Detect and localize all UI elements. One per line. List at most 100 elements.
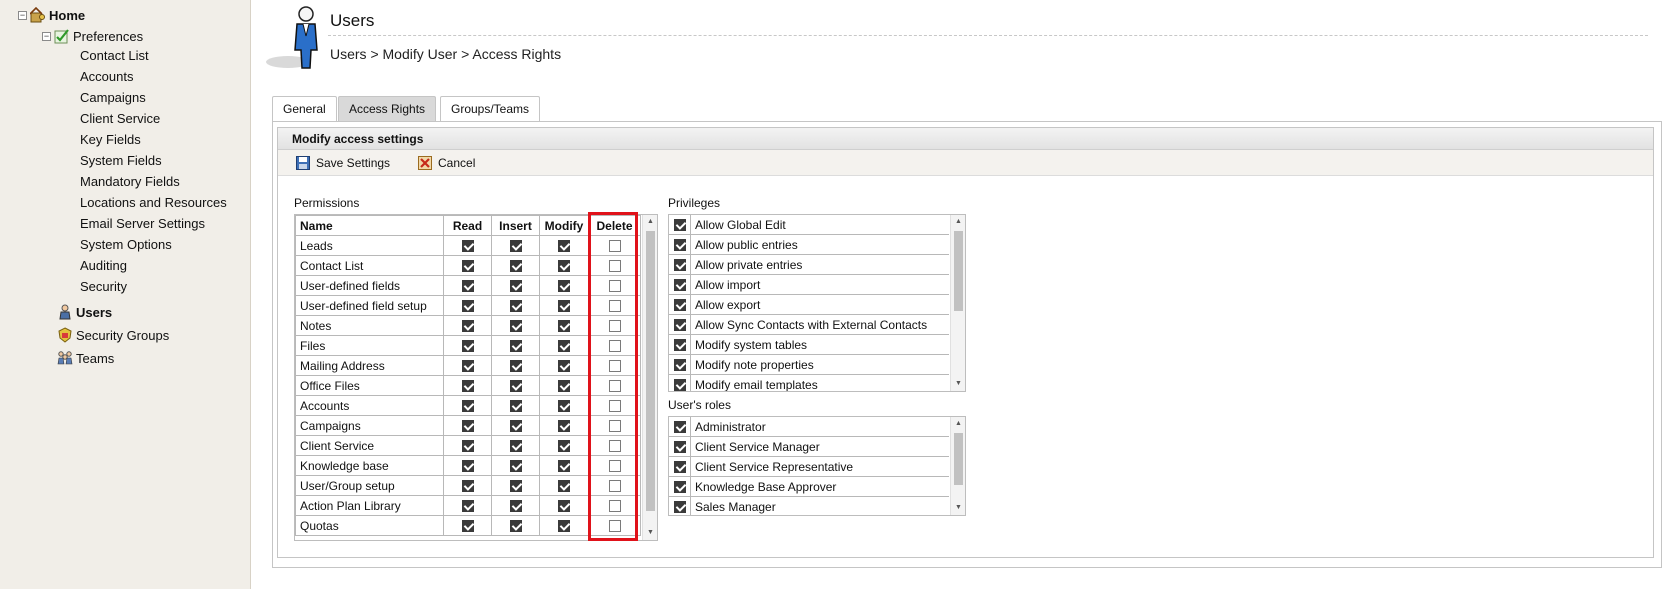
permissions-scrollbar[interactable]: ▲ ▼ xyxy=(642,215,657,540)
tree-node-home[interactable]: − Home xyxy=(18,5,85,25)
read-checkbox[interactable] xyxy=(461,420,474,433)
read-checkbox[interactable] xyxy=(461,440,474,453)
delete-checkbox[interactable] xyxy=(608,520,621,533)
modify-checkbox[interactable] xyxy=(558,440,570,453)
delete-checkbox[interactable] xyxy=(608,320,621,333)
tree-node-teams[interactable]: Teams xyxy=(57,348,114,368)
delete-checkbox[interactable] xyxy=(608,440,621,453)
scroll-down-arrow-icon[interactable]: ▼ xyxy=(951,377,965,391)
tab-general[interactable]: General xyxy=(272,96,337,122)
read-checkbox[interactable] xyxy=(461,360,474,373)
modify-checkbox[interactable] xyxy=(558,420,570,433)
sidebar-item-system-fields[interactable]: System Fields xyxy=(80,151,162,171)
insert-checkbox[interactable] xyxy=(509,400,522,413)
modify-checkbox[interactable] xyxy=(558,300,570,313)
sidebar-item-mandatory-fields[interactable]: Mandatory Fields xyxy=(80,172,180,192)
save-settings-button[interactable]: Save Settings xyxy=(296,150,390,176)
sidebar-item-key-fields[interactable]: Key Fields xyxy=(80,130,141,150)
modify-checkbox[interactable] xyxy=(558,320,570,333)
scroll-down-arrow-icon[interactable]: ▼ xyxy=(643,526,657,540)
role-checkbox[interactable] xyxy=(673,480,686,493)
read-checkbox[interactable] xyxy=(461,240,474,253)
collapse-preferences-toggle[interactable]: − xyxy=(42,31,51,41)
insert-checkbox[interactable] xyxy=(509,440,522,453)
role-checkbox[interactable] xyxy=(673,440,686,453)
sidebar-item-email-server-settings[interactable]: Email Server Settings xyxy=(80,214,205,234)
privilege-checkbox[interactable] xyxy=(673,378,686,391)
delete-checkbox[interactable] xyxy=(608,500,621,513)
delete-checkbox[interactable] xyxy=(608,420,621,433)
insert-checkbox[interactable] xyxy=(509,420,522,433)
privilege-checkbox[interactable] xyxy=(673,258,686,271)
delete-checkbox[interactable] xyxy=(608,480,621,493)
delete-checkbox[interactable] xyxy=(608,300,621,313)
read-checkbox[interactable] xyxy=(461,340,474,353)
scrollbar-thumb[interactable] xyxy=(954,231,963,311)
read-checkbox[interactable] xyxy=(461,480,474,493)
modify-checkbox[interactable] xyxy=(558,360,570,373)
privilege-checkbox[interactable] xyxy=(673,338,686,351)
scroll-up-arrow-icon[interactable]: ▲ xyxy=(643,215,657,229)
scrollbar-thumb[interactable] xyxy=(646,231,655,511)
delete-checkbox[interactable] xyxy=(608,340,621,353)
role-checkbox[interactable] xyxy=(673,500,686,513)
modify-checkbox[interactable] xyxy=(558,240,570,253)
read-checkbox[interactable] xyxy=(461,500,474,513)
read-checkbox[interactable] xyxy=(461,380,474,393)
scroll-up-arrow-icon[interactable]: ▲ xyxy=(951,417,965,431)
insert-checkbox[interactable] xyxy=(509,300,522,313)
tab-groups-teams[interactable]: Groups/Teams xyxy=(440,96,541,122)
sidebar-item-accounts[interactable]: Accounts xyxy=(80,67,133,87)
modify-checkbox[interactable] xyxy=(558,380,570,393)
insert-checkbox[interactable] xyxy=(509,460,522,473)
tab-access-rights[interactable]: Access Rights xyxy=(338,96,437,122)
read-checkbox[interactable] xyxy=(461,460,474,473)
sidebar-item-campaigns[interactable]: Campaigns xyxy=(80,88,146,108)
insert-checkbox[interactable] xyxy=(509,260,522,273)
modify-checkbox[interactable] xyxy=(558,280,570,293)
delete-checkbox[interactable] xyxy=(608,360,621,373)
delete-checkbox[interactable] xyxy=(608,240,621,253)
insert-checkbox[interactable] xyxy=(509,480,522,493)
modify-checkbox[interactable] xyxy=(558,400,570,413)
insert-checkbox[interactable] xyxy=(509,320,522,333)
delete-checkbox[interactable] xyxy=(608,380,621,393)
delete-checkbox[interactable] xyxy=(608,280,621,293)
read-checkbox[interactable] xyxy=(461,300,474,313)
modify-checkbox[interactable] xyxy=(558,460,570,473)
sidebar-item-client-service[interactable]: Client Service xyxy=(80,109,160,129)
privilege-checkbox[interactable] xyxy=(673,358,686,371)
scrollbar-thumb[interactable] xyxy=(954,433,963,485)
privileges-scrollbar[interactable]: ▲ ▼ xyxy=(950,215,965,391)
privilege-checkbox[interactable] xyxy=(673,278,686,291)
sidebar-item-locations-and-resources[interactable]: Locations and Resources xyxy=(80,193,227,213)
sidebar-item-system-options[interactable]: System Options xyxy=(80,235,172,255)
delete-checkbox[interactable] xyxy=(608,460,621,473)
sidebar-item-contact-list[interactable]: Contact List xyxy=(80,46,149,66)
read-checkbox[interactable] xyxy=(461,320,474,333)
insert-checkbox[interactable] xyxy=(509,500,522,513)
tree-node-security-groups[interactable]: Security Groups xyxy=(57,325,169,345)
privilege-checkbox[interactable] xyxy=(673,238,686,251)
sidebar-item-security[interactable]: Security xyxy=(80,277,127,297)
insert-checkbox[interactable] xyxy=(509,240,522,253)
read-checkbox[interactable] xyxy=(461,280,474,293)
modify-checkbox[interactable] xyxy=(558,340,570,353)
read-checkbox[interactable] xyxy=(461,260,474,273)
modify-checkbox[interactable] xyxy=(558,260,570,273)
roles-scrollbar[interactable]: ▲ ▼ xyxy=(950,417,965,515)
modify-checkbox[interactable] xyxy=(558,520,570,533)
cancel-button[interactable]: Cancel xyxy=(418,150,475,176)
privilege-checkbox[interactable] xyxy=(673,218,686,231)
insert-checkbox[interactable] xyxy=(509,360,522,373)
privilege-checkbox[interactable] xyxy=(673,318,686,331)
insert-checkbox[interactable] xyxy=(509,340,522,353)
scroll-up-arrow-icon[interactable]: ▲ xyxy=(951,215,965,229)
collapse-home-toggle[interactable]: − xyxy=(18,10,27,20)
scroll-down-arrow-icon[interactable]: ▼ xyxy=(951,501,965,515)
privilege-checkbox[interactable] xyxy=(673,298,686,311)
role-checkbox[interactable] xyxy=(673,460,686,473)
delete-checkbox[interactable] xyxy=(608,260,621,273)
delete-checkbox[interactable] xyxy=(608,400,621,413)
insert-checkbox[interactable] xyxy=(509,380,522,393)
